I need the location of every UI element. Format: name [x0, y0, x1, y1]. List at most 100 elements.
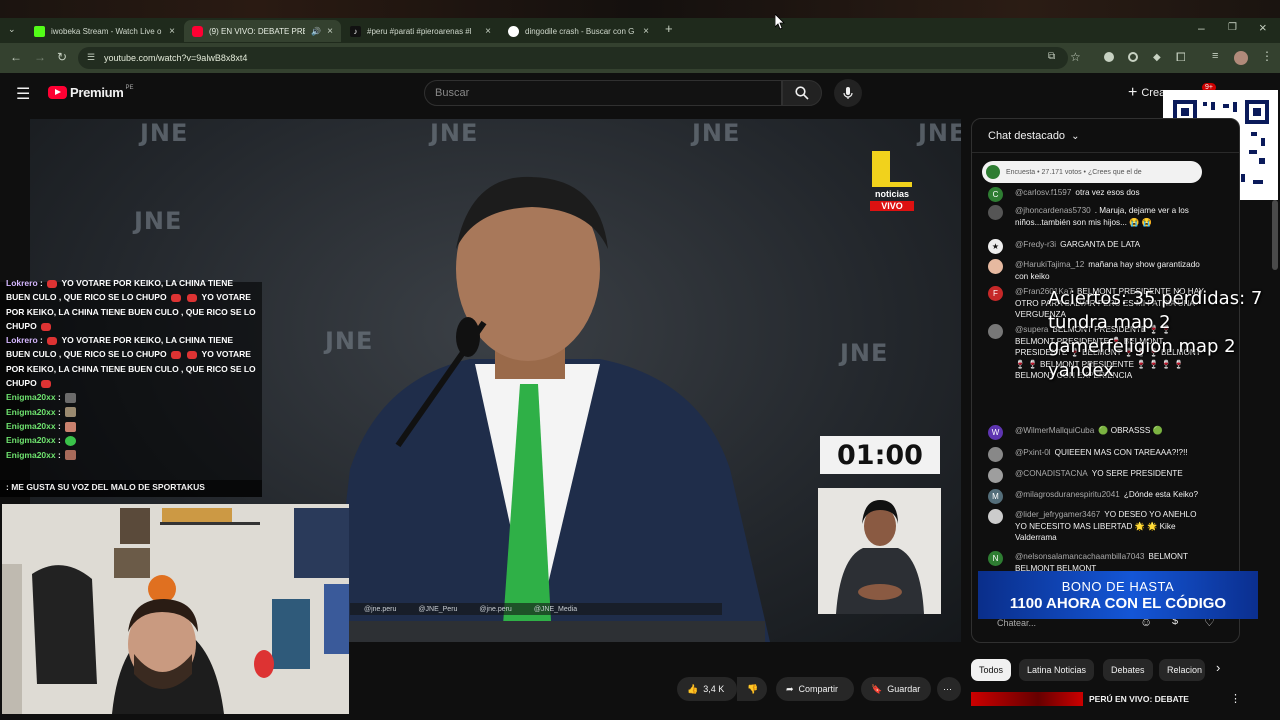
chip-next-chevron-icon[interactable]: › — [1216, 660, 1220, 675]
extension-icon[interactable]: ◆ — [1153, 52, 1161, 63]
related-more-icon[interactable]: ⋮ — [1230, 692, 1241, 705]
avatar — [988, 259, 1003, 274]
chip-latina-noticias[interactable]: Latina Noticias — [1019, 659, 1095, 681]
save-button[interactable]: 🔖 Guardar — [861, 677, 931, 701]
hamburger-menu-icon[interactable]: ☰ — [16, 84, 30, 104]
jne-watermark: JNE — [134, 207, 183, 235]
stream-stats-overlay: Aciertos: 35 pérdidas: 7 tundra map 2 ga… — [1048, 288, 1263, 381]
extensions-puzzle-icon[interactable]: ⧠ — [1176, 50, 1186, 65]
stream-overlay-chat: Lokrero : YO VOTARE POR KEIKO, LA CHINA … — [0, 278, 262, 497]
youtube-logo[interactable]: Premium PE — [48, 85, 134, 100]
chat-header[interactable]: Chat destacado ⌄ — [972, 119, 1239, 153]
avatar: W — [988, 425, 1003, 440]
tab-search-icon[interactable]: ⌄ — [8, 24, 16, 35]
thumbs-up-icon: 👍 — [687, 683, 699, 694]
overlay-chat-message: Lokrero : YO VOTARE POR KEIKO, LA CHINA … — [6, 335, 256, 389]
close-tab-icon[interactable]: × — [485, 26, 491, 37]
chat-message: @Pxint-0l QUIEEEN MAS CON TAREAAA?!?!! — [988, 447, 1208, 462]
search-button[interactable] — [782, 80, 822, 106]
chip-relacionados[interactable]: Relacion — [1159, 659, 1205, 681]
tiktok-handle: @jne.peru — [479, 605, 512, 613]
chip-debates[interactable]: Debates — [1103, 659, 1153, 681]
avatar — [988, 509, 1003, 524]
youtube-favicon-icon — [192, 25, 203, 37]
interpreter-figure — [836, 500, 924, 614]
extension-icon[interactable] — [1104, 52, 1114, 62]
share-button[interactable]: ➦ Compartir — [776, 677, 854, 701]
jne-watermark: JNE — [840, 339, 889, 367]
thumbs-down-icon: 👎 — [747, 683, 759, 694]
forward-icon[interactable]: → — [34, 50, 46, 64]
jne-watermark: JNE — [692, 119, 741, 147]
overlay-chat-message: Enigma20xx : — [6, 405, 258, 419]
search-input[interactable]: Buscar — [424, 80, 782, 106]
sign-language-interpreter — [818, 488, 941, 614]
chat-poll-banner[interactable]: Encuesta • 27.171 votos • ¿Crees que el … — [982, 161, 1202, 183]
youtube-header: ☰ Premium PE Buscar + Crear 9+ — [0, 73, 1280, 113]
url-field[interactable]: ☰ youtube.com/watch?v=9alwB8x8xt4 ⧉ — [78, 47, 1068, 69]
jne-watermark: JNE — [918, 119, 961, 147]
search-icon — [795, 86, 809, 100]
jne-watermark: JNE — [430, 119, 479, 147]
back-icon[interactable]: ← — [10, 50, 22, 64]
minimize-icon[interactable]: – — [1198, 21, 1205, 35]
tab-tiktok[interactable]: ♪ #peru #parati #pieroarenas #l × — [342, 20, 499, 42]
bookmark-icon: 🔖 — [871, 683, 883, 694]
google-favicon-icon — [508, 25, 519, 37]
chat-message: ★ @Fredy-r3i GARGANTA DE LATA — [988, 239, 1208, 254]
latina-noticias-logo: noticias VIVO — [870, 151, 914, 221]
overlay-chat-message: Enigma20xx : — [6, 448, 258, 462]
menu-icon[interactable]: ⋮ — [1261, 49, 1273, 63]
avatar: C — [988, 187, 1003, 202]
avatar: F — [988, 286, 1003, 301]
chat-message: @HarukiTajima_12 mañana hay show garantiz… — [988, 259, 1208, 282]
close-tab-icon[interactable]: × — [169, 26, 175, 37]
tab-kick[interactable]: iwobeka Stream - Watch Live o × — [26, 20, 183, 42]
like-button[interactable]: 👍 3,4 K — [677, 677, 737, 701]
tab-youtube[interactable]: (9) EN VIVO: DEBATE PRESI 🔊 × — [184, 20, 341, 42]
media-control-icon[interactable]: ≡ — [1212, 50, 1218, 62]
dislike-button[interactable]: 👎 — [737, 677, 767, 701]
avatar: N — [988, 551, 1003, 566]
close-tab-icon[interactable]: × — [327, 26, 333, 37]
chat-message: C @carlosv.f1597 otra vez esos dos — [988, 187, 1208, 202]
jne-watermark: JNE — [140, 119, 189, 147]
chip-todos[interactable]: Todos — [971, 659, 1012, 681]
debate-timer: 01:00 — [820, 436, 940, 474]
youtube-play-icon — [48, 86, 67, 99]
profile-avatar[interactable] — [1234, 51, 1248, 65]
browser-top-strip — [0, 0, 1280, 18]
extension-icon[interactable] — [1128, 52, 1138, 62]
reload-icon[interactable]: ↻ — [57, 50, 67, 64]
tab-bar: ⌄ iwobeka Stream - Watch Live o × (9) EN … — [0, 18, 1280, 43]
related-video-title[interactable]: PERÚ EN VIVO: DEBATE — [1089, 694, 1189, 704]
avatar: M — [988, 489, 1003, 504]
tab-google[interactable]: dingodile crash - Buscar con G × — [500, 20, 657, 42]
instagram-handle: @jne.peru — [364, 605, 397, 613]
speaker-icon[interactable]: 🔊 — [311, 27, 321, 36]
webcam-scene — [2, 504, 349, 714]
youtube-handle: @JNE_Media — [533, 605, 578, 613]
chat-message: W @WilmerMallquiCuba 🟢 OBRASSS 🟢 — [988, 425, 1208, 440]
tiktok-favicon-icon: ♪ — [350, 25, 361, 37]
close-window-icon[interactable]: × — [1259, 20, 1267, 35]
maximize-icon[interactable]: ❐ — [1228, 22, 1237, 33]
chat-message: @jhoncardenas5730. Maruja, dejame ver a … — [988, 205, 1208, 228]
voice-search-button[interactable] — [834, 79, 862, 107]
x-handle: @JNE_Peru — [418, 605, 458, 613]
overlay-chat-message: Lokrero : YO VOTARE POR KEIKO, LA CHINA … — [6, 278, 256, 331]
new-tab-icon[interactable]: + — [665, 21, 673, 36]
close-tab-icon[interactable]: × — [643, 26, 649, 37]
related-video-thumbnail[interactable] — [971, 692, 1083, 706]
page-scrollbar[interactable] — [1272, 200, 1278, 270]
site-info-icon[interactable]: ☰ — [87, 52, 95, 63]
install-app-icon[interactable]: ⧉ — [1048, 51, 1055, 62]
more-actions-button[interactable]: ⋯ — [937, 677, 961, 701]
avatar: ★ — [988, 239, 1003, 254]
streamer-webcam — [2, 504, 349, 714]
plus-icon: + — [1128, 84, 1138, 101]
podium — [345, 621, 765, 642]
poll-icon — [986, 165, 1000, 179]
bookmark-star-icon[interactable]: ☆ — [1070, 50, 1081, 64]
overlay-chat-message: Enigma20xx : — [6, 433, 258, 447]
